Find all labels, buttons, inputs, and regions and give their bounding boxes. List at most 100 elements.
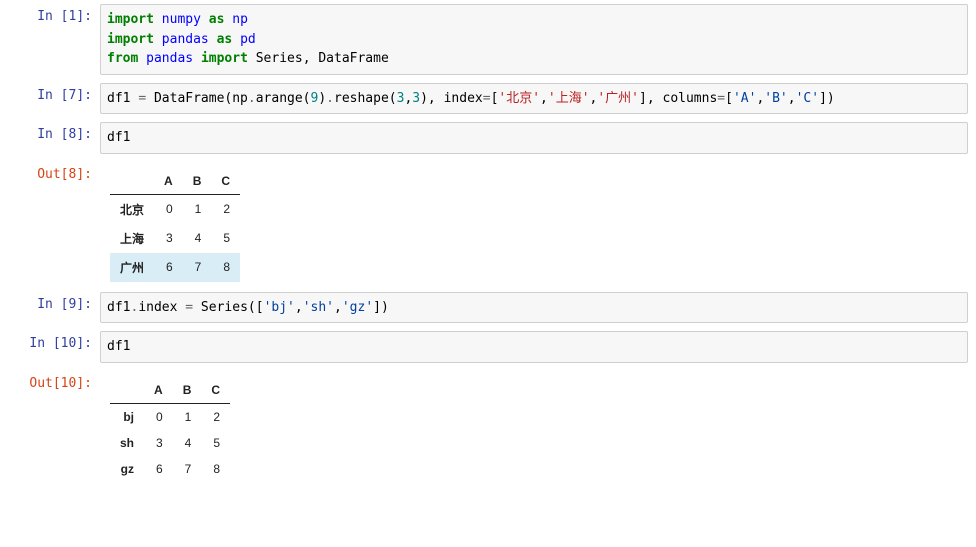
cell: 1: [173, 403, 202, 430]
string: '上海': [548, 91, 590, 106]
cell: 3: [154, 224, 183, 253]
code-input[interactable]: import numpy as np import pandas as pd f…: [100, 4, 968, 75]
cell: 8: [201, 456, 230, 482]
col-header: B: [173, 377, 202, 404]
keyword-import: import: [107, 32, 154, 47]
row-index: gz: [110, 456, 144, 482]
code-text: DataFrame(np: [146, 91, 248, 106]
cell: 5: [211, 224, 240, 253]
operator-eq: =: [138, 91, 146, 106]
code-text: index: [138, 300, 185, 315]
string: 'A': [733, 91, 756, 106]
col-header: C: [201, 377, 230, 404]
module-numpy: numpy: [162, 12, 201, 27]
code-cell-8: In [8]: df1: [8, 122, 968, 154]
dataframe-table: A B C bj 0 1 2 sh 3 4 5: [110, 377, 230, 482]
output-area: A B C 北京 0 1 2 上海 3 4 5: [100, 162, 968, 284]
row-index: 北京: [110, 194, 154, 224]
cell: 0: [144, 403, 173, 430]
row-index: 上海: [110, 224, 154, 253]
row-index: bj: [110, 403, 144, 430]
operator-eq: =: [483, 91, 491, 106]
cell: 4: [183, 224, 212, 253]
keyword-import: import: [201, 51, 248, 66]
code-text: Series([: [193, 300, 263, 315]
number: 3: [412, 91, 420, 106]
comma: ,: [334, 300, 342, 315]
import-names: Series, DataFrame: [256, 51, 389, 66]
code-text: df1: [107, 91, 138, 106]
comma: ,: [295, 300, 303, 315]
string: '北京': [498, 91, 540, 106]
cell: 1: [183, 194, 212, 224]
dot: .: [248, 91, 256, 106]
cell: 3: [144, 430, 173, 456]
cell: 5: [201, 430, 230, 456]
code-text: ), index: [420, 91, 483, 106]
table-row: 上海 3 4 5: [110, 224, 240, 253]
col-header: B: [183, 168, 212, 195]
cell: 2: [201, 403, 230, 430]
keyword-from: from: [107, 51, 138, 66]
table-header-row: A B C: [110, 168, 240, 195]
cell: 7: [183, 253, 212, 282]
input-prompt: In [7]:: [8, 83, 100, 115]
code-input[interactable]: df1: [100, 122, 968, 154]
module-pandas: pandas: [162, 32, 209, 47]
output-cell-8: Out[8]: A B C 北京 0 1 2 上海: [8, 162, 968, 284]
code-input[interactable]: df1: [100, 331, 968, 363]
module-pandas: pandas: [146, 51, 193, 66]
paren: ): [318, 91, 326, 106]
string: '广州': [597, 91, 639, 106]
keyword-as: as: [217, 32, 233, 47]
string: 'gz': [342, 300, 373, 315]
comma: ,: [540, 91, 548, 106]
cell: 7: [173, 456, 202, 482]
cell: 6: [154, 253, 183, 282]
operator-eq: =: [185, 300, 193, 315]
table-row: gz 6 7 8: [110, 456, 230, 482]
keyword-as: as: [209, 12, 225, 27]
blank-corner: [110, 377, 144, 404]
table-row: bj 0 1 2: [110, 403, 230, 430]
col-header: A: [144, 377, 173, 404]
comma: ,: [788, 91, 796, 106]
code-cell-7: In [7]: df1 = DataFrame(np.arange(9).res…: [8, 83, 968, 115]
code-cell-1: In [1]: import numpy as np import pandas…: [8, 4, 968, 75]
alias-pd: pd: [240, 32, 256, 47]
cell: 6: [144, 456, 173, 482]
table-row: 广州 6 7 8: [110, 253, 240, 282]
code-text: ], columns: [639, 91, 717, 106]
code-input[interactable]: df1 = DataFrame(np.arange(9).reshape(3,3…: [100, 83, 968, 115]
row-index: sh: [110, 430, 144, 456]
alias-np: np: [232, 12, 248, 27]
bracket: [: [725, 91, 733, 106]
output-prompt: Out[8]:: [8, 162, 100, 284]
table-header-row: A B C: [110, 377, 230, 404]
code-cell-9: In [9]: df1.index = Series(['bj','sh','g…: [8, 292, 968, 324]
string: 'bj': [264, 300, 295, 315]
output-prompt: Out[10]:: [8, 371, 100, 484]
code-text: df1: [107, 339, 130, 354]
dataframe-table: A B C 北京 0 1 2 上海 3 4 5: [110, 168, 240, 282]
output-cell-10: Out[10]: A B C bj 0 1 2 sh: [8, 371, 968, 484]
code-text: ]): [373, 300, 389, 315]
code-text: ]): [819, 91, 835, 106]
col-header: A: [154, 168, 183, 195]
cell: 0: [154, 194, 183, 224]
code-cell-10: In [10]: df1: [8, 331, 968, 363]
input-prompt: In [10]:: [8, 331, 100, 363]
input-prompt: In [1]:: [8, 4, 100, 75]
code-input[interactable]: df1.index = Series(['bj','sh','gz']): [100, 292, 968, 324]
table-row: sh 3 4 5: [110, 430, 230, 456]
string: 'C': [796, 91, 819, 106]
output-area: A B C bj 0 1 2 sh 3 4 5: [100, 371, 968, 484]
table-row: 北京 0 1 2: [110, 194, 240, 224]
dot: .: [326, 91, 334, 106]
string: 'sh': [303, 300, 334, 315]
code-text: df1: [107, 300, 130, 315]
string: 'B': [764, 91, 787, 106]
cell: 2: [211, 194, 240, 224]
code-text: reshape(: [334, 91, 397, 106]
row-index: 广州: [110, 253, 154, 282]
